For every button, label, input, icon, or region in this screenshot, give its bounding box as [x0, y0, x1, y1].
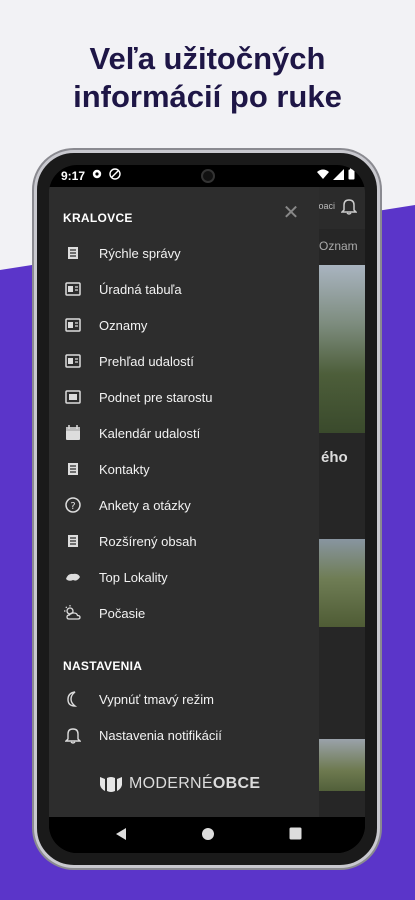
signal-icon — [333, 168, 344, 180]
android-nav-bar — [49, 817, 365, 853]
menu-item-uradna-tabula[interactable]: Úradná tabuľa — [63, 275, 303, 303]
question-icon: ? — [63, 495, 83, 515]
board-icon — [63, 279, 83, 299]
menu-item-label: Prehľad udalostí — [99, 353, 194, 369]
menu-item-label: Úradná tabuľa — [99, 281, 182, 297]
menu-item-label: Top Lokality — [99, 569, 168, 585]
phone-screen: 9:17 oaci Oznam ého ✕ KRALOVCE Rýchle sp… — [49, 165, 365, 853]
moon-icon — [63, 689, 83, 709]
phone-frame: 9:17 oaci Oznam ého ✕ KRALOVCE Rýchle sp… — [34, 150, 380, 868]
status-icons-left — [91, 168, 121, 180]
svg-text:?: ? — [70, 501, 75, 512]
menu-item-label: Vypnúť tmavý režim — [99, 691, 214, 707]
logo-text: MODERNÉOBCE — [129, 775, 260, 793]
events-icon — [63, 351, 83, 371]
vpn-icon — [109, 168, 121, 180]
menu-item-label: Kontakty — [99, 461, 150, 477]
menu-item-podnet-pre-starostu[interactable]: Podnet pre starostu — [63, 383, 303, 411]
status-time: 9:17 — [61, 169, 86, 183]
promo-headline: Veľa užitočných informácií po ruke — [0, 40, 415, 116]
news-photo[interactable] — [319, 265, 365, 433]
location-icon — [63, 567, 83, 587]
tab-oznamy-partial[interactable]: Oznam — [319, 239, 358, 253]
menu-item-label: Nastavenia notifikácií — [99, 727, 222, 743]
menu-item-label: Rýchle správy — [99, 245, 181, 261]
logo-text-part1: MODERNÉ — [129, 775, 213, 792]
calendar-icon — [63, 423, 83, 443]
logo-icon — [100, 777, 122, 792]
report-icon — [63, 387, 83, 407]
menu-item-top-lokality[interactable]: Top Lokality — [63, 563, 303, 591]
close-icon[interactable]: ✕ — [281, 203, 301, 223]
weather-icon — [63, 603, 83, 623]
menu-item-label: Rozšírený obsah — [99, 533, 197, 549]
gear-icon — [92, 169, 102, 179]
announcement-icon — [63, 315, 83, 335]
menu-item-pocasie[interactable]: Počasie — [63, 599, 303, 627]
news-card-title-partial[interactable]: ého — [321, 449, 348, 466]
menu-item-label: Kalendár udalostí — [99, 425, 201, 441]
recents-icon[interactable] — [289, 827, 302, 840]
news-photo[interactable] — [319, 539, 365, 627]
menu-item-notification-settings[interactable]: Nastavenia notifikácií — [63, 721, 303, 749]
navigation-drawer: ✕ KRALOVCE Rýchle správy Úradná tabuľa O… — [49, 187, 319, 817]
menu-item-ankety[interactable]: ? Ankety a otázky — [63, 491, 303, 519]
headline-line-1: Veľa užitočných — [89, 41, 326, 76]
menu-item-rozsireny-obsah[interactable]: Rozšírený obsah — [63, 527, 303, 555]
moderne-obce-logo: MODERNÉOBCE — [99, 775, 260, 793]
menu-item-label: Oznamy — [99, 317, 148, 333]
drawer-section-settings-title: NASTAVENIA — [63, 659, 143, 673]
menu-item-kontakty[interactable]: Kontakty — [63, 455, 303, 483]
contacts-icon — [63, 459, 83, 479]
menu-item-kalendar-udalosti[interactable]: Kalendár udalostí — [63, 419, 303, 447]
front-camera — [201, 169, 215, 183]
status-bar: 9:17 — [49, 165, 365, 187]
list-icon — [63, 243, 83, 263]
menu-item-oznamy[interactable]: Oznamy — [63, 311, 303, 339]
drawer-section-title: KRALOVCE — [63, 211, 133, 225]
battery-icon — [348, 168, 355, 180]
news-photo[interactable] — [319, 739, 365, 791]
menu-item-label: Počasie — [99, 605, 146, 621]
menu-item-dark-mode-toggle[interactable]: Vypnúť tmavý režim — [63, 685, 303, 713]
back-icon[interactable] — [115, 827, 127, 841]
content-icon — [63, 531, 83, 551]
menu-item-prehlad-udalosti[interactable]: Prehľad udalostí — [63, 347, 303, 375]
wifi-icon — [317, 169, 329, 179]
bell-icon[interactable] — [341, 197, 357, 215]
home-icon[interactable] — [201, 827, 215, 841]
menu-item-label: Podnet pre starostu — [99, 389, 213, 405]
app-header-text: oaci — [318, 201, 335, 211]
bell-icon — [63, 725, 83, 745]
status-icons-right — [317, 168, 355, 180]
menu-item-label: Ankety a otázky — [99, 497, 191, 513]
logo-text-part2: OBCE — [212, 775, 261, 792]
headline-line-2: informácií po ruke — [73, 79, 342, 114]
menu-item-rychle-spravy[interactable]: Rýchle správy — [63, 239, 303, 267]
